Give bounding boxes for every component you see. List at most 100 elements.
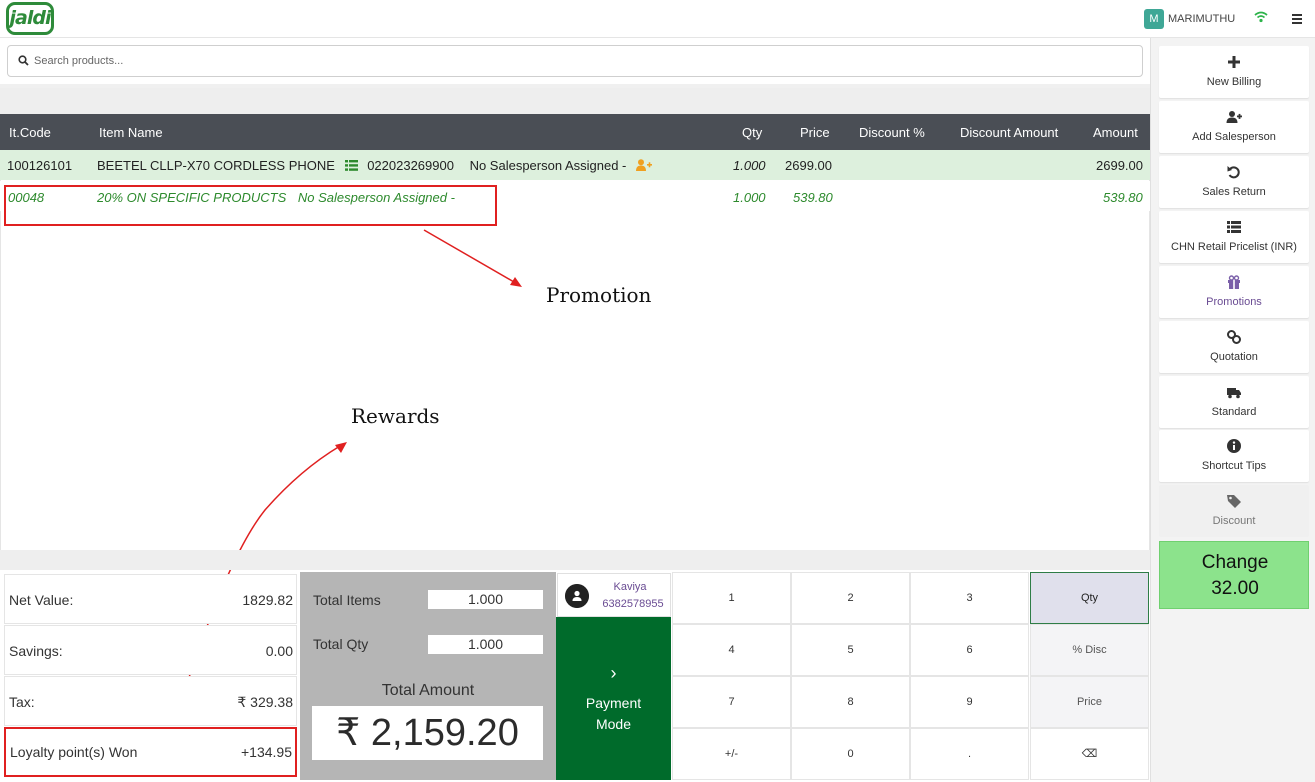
user-plus-icon xyxy=(1226,111,1242,123)
net-value-box: Net Value: 1829.82 xyxy=(4,574,297,624)
sales-return-label: Sales Return xyxy=(1202,186,1266,198)
key-0[interactable]: 0 xyxy=(791,728,910,780)
discount-button[interactable]: Discount xyxy=(1159,485,1309,537)
key-1[interactable]: 1 xyxy=(672,572,791,624)
payment-mode-label: Payment Mode xyxy=(556,693,671,735)
item-amount: 2699.00 xyxy=(1096,158,1143,173)
backspace-button[interactable]: ⌫ xyxy=(1030,728,1149,780)
tax-box: Tax: ₹ 329.38 xyxy=(4,676,297,726)
key-plus-minus[interactable]: +/- xyxy=(672,728,791,780)
quotation-label: Quotation xyxy=(1210,351,1258,363)
gift-icon xyxy=(1228,275,1240,289)
quotation-button[interactable]: Quotation xyxy=(1159,321,1309,373)
tax-label: Tax: xyxy=(9,694,35,710)
column-header-qty: Qty xyxy=(742,125,763,140)
item-name-cell: BEETEL CLLP-X70 CORDLESS PHONE 022023269… xyxy=(97,158,653,173)
promotions-label: Promotions xyxy=(1206,296,1262,308)
search-box xyxy=(7,45,1143,77)
tax-value: ₹ 329.38 xyxy=(237,694,293,710)
change-value: 32.00 xyxy=(1211,578,1259,599)
payment-mode-button[interactable]: › Payment Mode xyxy=(556,617,671,780)
column-header-discount-amount: Discount Amount xyxy=(960,125,1059,140)
info-icon xyxy=(1227,439,1241,453)
item-qty[interactable]: 1.000 xyxy=(733,158,766,173)
add-salesperson-button[interactable]: Add Salesperson xyxy=(1159,101,1309,153)
mode-qty-button[interactable]: Qty xyxy=(1030,572,1149,624)
key-9[interactable]: 9 xyxy=(910,676,1029,728)
plus-icon xyxy=(1228,56,1240,68)
net-value-label: Net Value: xyxy=(9,592,74,608)
hamburger-menu-icon[interactable] xyxy=(1292,14,1302,24)
promo-qty: 1.000 xyxy=(733,190,766,205)
column-header-code: It.Code xyxy=(9,125,51,140)
item-price: 2699.00 xyxy=(785,158,832,173)
standard-button[interactable]: Standard xyxy=(1159,376,1309,428)
search-bar xyxy=(0,38,1150,88)
shortcut-tips-button[interactable]: Shortcut Tips xyxy=(1159,430,1309,482)
key-3[interactable]: 3 xyxy=(910,572,1029,624)
key-7[interactable]: 7 xyxy=(672,676,791,728)
total-amount-label: Total Amount xyxy=(381,682,475,699)
wifi-icon xyxy=(1254,11,1268,23)
column-header-discount-percent: Discount % xyxy=(859,125,925,140)
promo-price: 539.80 xyxy=(793,190,833,205)
undo-icon xyxy=(1227,166,1240,179)
chevron-right-icon: › xyxy=(610,663,617,683)
sales-return-button[interactable]: Sales Return xyxy=(1159,156,1309,208)
new-billing-label: New Billing xyxy=(1206,76,1262,88)
key-8[interactable]: 8 xyxy=(791,676,910,728)
tag-icon xyxy=(1227,495,1241,508)
payment-label-line2: Mode xyxy=(595,716,632,732)
column-header-amount: Amount xyxy=(1093,125,1138,140)
payment-label-line1: Payment xyxy=(585,695,642,711)
item-code: 100126101 xyxy=(7,158,73,173)
change-label: Change xyxy=(1201,552,1269,573)
standard-label: Standard xyxy=(1211,406,1257,418)
list-icon xyxy=(1227,221,1241,233)
promotions-button[interactable]: Promotions xyxy=(1159,266,1309,318)
column-header-item-name: Item Name xyxy=(99,125,163,140)
total-items-value: 1.000 xyxy=(428,590,543,609)
truck-icon xyxy=(1227,388,1241,399)
add-salesperson-icon[interactable] xyxy=(636,159,653,171)
promotion-annotation: Promotion xyxy=(546,283,652,307)
key-decimal[interactable]: . xyxy=(910,728,1029,780)
totals-panel: Total Items 1.000 Total Qty 1.000 Total … xyxy=(300,572,556,780)
item-salesperson: No Salesperson Assigned - xyxy=(469,158,627,173)
table-row[interactable]: 100126101 BEETEL CLLP-X70 CORDLESS PHONE… xyxy=(0,150,1150,180)
rewards-annotation: Rewards xyxy=(351,404,440,428)
action-sidebar: New Billing Add Salesperson Sales Return… xyxy=(1150,38,1315,782)
user-name: MARIMUTHU xyxy=(1168,12,1236,25)
loyalty-points-label: Loyalty point(s) Won xyxy=(10,744,138,760)
key-4[interactable]: 4 xyxy=(672,624,791,676)
table-header: It.Code Item Name Qty Price Discount % D… xyxy=(0,114,1150,150)
link-icon xyxy=(1227,330,1241,344)
pricelist-button[interactable]: CHN Retail Pricelist (INR) xyxy=(1159,211,1309,263)
key-6[interactable]: 6 xyxy=(910,624,1029,676)
customer-phone: 6382578955 xyxy=(602,598,664,610)
user-avatar: M xyxy=(1144,8,1164,29)
user-badge[interactable]: M MARIMUTHU xyxy=(1144,8,1235,29)
savings-value: 0.00 xyxy=(265,643,293,659)
customer-avatar-icon xyxy=(565,584,589,608)
mode-discount-percent-button[interactable]: % Disc xyxy=(1030,624,1149,676)
item-barcode: 022023269900 xyxy=(367,158,454,173)
loyalty-points-value: +134.95 xyxy=(241,744,292,760)
column-header-price: Price xyxy=(800,125,830,140)
savings-label: Savings: xyxy=(9,643,63,659)
total-qty-label: Total Qty xyxy=(313,636,369,652)
shortcut-tips-label: Shortcut Tips xyxy=(1201,460,1267,472)
total-qty-value: 1.000 xyxy=(428,635,543,654)
list-icon[interactable] xyxy=(344,160,358,171)
pricelist-label: CHN Retail Pricelist (INR) xyxy=(1171,241,1297,253)
app-logo[interactable]: jaldi xyxy=(6,2,54,35)
customer-name: Kaviya xyxy=(613,581,647,593)
loyalty-points-box: Loyalty point(s) Won +134.95 xyxy=(4,727,297,777)
customer-card[interactable]: Kaviya 6382578955 xyxy=(557,573,671,617)
search-input[interactable] xyxy=(34,46,1134,76)
new-billing-button[interactable]: New Billing xyxy=(1159,46,1309,98)
savings-box: Savings: 0.00 xyxy=(4,625,297,675)
key-5[interactable]: 5 xyxy=(791,624,910,676)
mode-price-button[interactable]: Price xyxy=(1030,676,1149,728)
key-2[interactable]: 2 xyxy=(791,572,910,624)
